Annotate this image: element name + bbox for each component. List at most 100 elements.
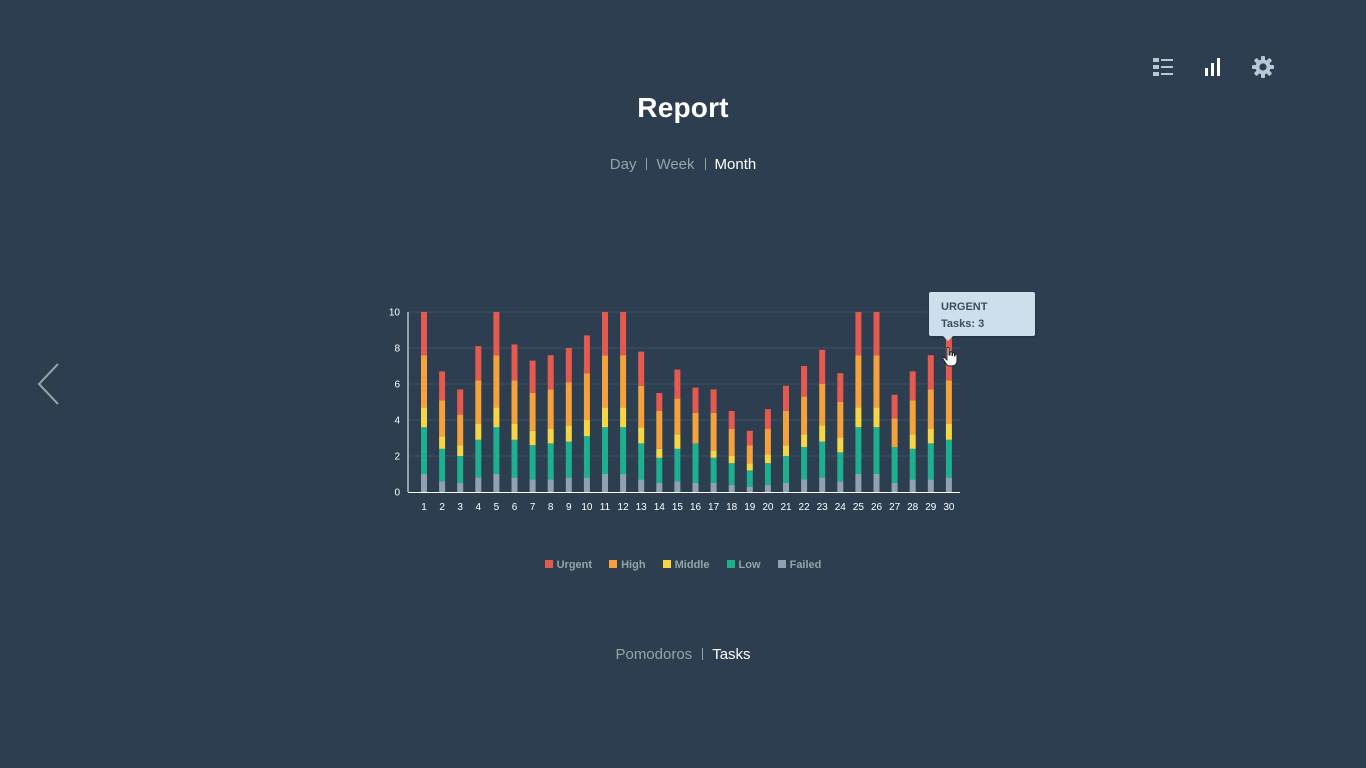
bar-segment-middle[interactable]	[909, 434, 916, 449]
bar-segment-failed[interactable]	[475, 477, 482, 492]
bar-segment-low[interactable]	[801, 447, 808, 480]
bar-segment-middle[interactable]	[439, 436, 446, 449]
bar-chart-icon[interactable]	[1200, 54, 1226, 80]
legend-item-high[interactable]: High	[609, 559, 646, 571]
bar-segment-middle[interactable]	[529, 430, 536, 446]
bar-segment-urgent[interactable]	[638, 351, 645, 386]
bar-segment-middle[interactable]	[493, 407, 500, 428]
bar-segment-urgent[interactable]	[873, 312, 880, 356]
bar-segment-low[interactable]	[439, 448, 446, 482]
bar-segment-high[interactable]	[728, 429, 735, 456]
bar-segment-high[interactable]	[819, 384, 826, 426]
bar-segment-low[interactable]	[728, 463, 735, 485]
bar-segment-high[interactable]	[927, 389, 934, 429]
bar-segment-high[interactable]	[457, 414, 464, 446]
bar-segment-low[interactable]	[692, 443, 699, 483]
bar-segment-urgent[interactable]	[746, 430, 753, 446]
bar-segment-failed[interactable]	[583, 477, 590, 492]
bar-segment-failed[interactable]	[746, 486, 753, 492]
bar-segment-low[interactable]	[547, 443, 554, 480]
bar-segment-middle[interactable]	[855, 407, 862, 428]
bar-segment-failed[interactable]	[783, 483, 789, 492]
bar-segment-failed[interactable]	[837, 481, 844, 492]
bar-segment-high[interactable]	[475, 380, 482, 424]
bar-segment-failed[interactable]	[945, 477, 952, 492]
bar-segment-low[interactable]	[457, 456, 464, 483]
bar-segment-middle[interactable]	[710, 450, 717, 458]
bar-segment-low[interactable]	[421, 427, 427, 474]
list-icon[interactable]	[1150, 54, 1176, 80]
bar-segment-failed[interactable]	[710, 483, 717, 492]
bar-segment-failed[interactable]	[855, 474, 862, 492]
bar-segment-middle[interactable]	[547, 429, 554, 444]
bar-segment-low[interactable]	[945, 439, 952, 478]
bar-segment-high[interactable]	[656, 411, 663, 449]
bar-segment-failed[interactable]	[656, 483, 663, 492]
bar-segment-middle[interactable]	[837, 438, 844, 453]
bar-segment-low[interactable]	[583, 436, 590, 478]
bar-segment-failed[interactable]	[529, 479, 536, 492]
bar-segment-high[interactable]	[565, 382, 572, 426]
bar-segment-low[interactable]	[475, 439, 482, 478]
bar-segment-high[interactable]	[909, 400, 916, 435]
bar-segment-failed[interactable]	[421, 474, 427, 492]
legend-item-middle[interactable]: Middle	[662, 559, 709, 571]
bar-segment-failed[interactable]	[801, 479, 808, 492]
bar-segment-low[interactable]	[620, 427, 627, 474]
tab-month[interactable]: Month	[715, 156, 757, 173]
bar-segment-high[interactable]	[439, 400, 446, 437]
previous-period-arrow-icon[interactable]	[36, 362, 62, 406]
bar-segment-high[interactable]	[620, 355, 627, 408]
bar-segment-urgent[interactable]	[547, 355, 554, 390]
bar-segment-middle[interactable]	[945, 423, 952, 440]
bar-segment-middle[interactable]	[801, 434, 808, 447]
bar-segment-urgent[interactable]	[728, 411, 735, 429]
bar-segment-high[interactable]	[764, 429, 771, 455]
bar-segment-failed[interactable]	[457, 483, 464, 492]
bar-segment-failed[interactable]	[873, 474, 880, 492]
bar-segment-low[interactable]	[927, 443, 934, 480]
bar-segment-high[interactable]	[529, 393, 536, 431]
bar-segment-middle[interactable]	[746, 463, 753, 471]
bar-segment-low[interactable]	[511, 439, 518, 478]
bar-segment-urgent[interactable]	[837, 373, 844, 402]
bar-segment-middle[interactable]	[602, 407, 608, 428]
bar-segment-urgent[interactable]	[475, 346, 482, 381]
bar-segment-high[interactable]	[692, 412, 699, 444]
bar-segment-urgent[interactable]	[710, 389, 717, 413]
bar-segment-low[interactable]	[855, 427, 862, 474]
bar-segment-low[interactable]	[764, 463, 771, 485]
bar-segment-urgent[interactable]	[819, 349, 826, 384]
bar-segment-urgent[interactable]	[674, 369, 681, 399]
bar-segment-low[interactable]	[529, 445, 536, 480]
bar-segment-middle[interactable]	[674, 434, 681, 449]
bar-segment-middle[interactable]	[565, 425, 572, 442]
bar-segment-middle[interactable]	[511, 423, 518, 440]
bar-segment-failed[interactable]	[692, 483, 699, 492]
bar-segment-failed[interactable]	[764, 484, 771, 492]
bar-segment-high[interactable]	[511, 380, 518, 424]
bar-segment-low[interactable]	[873, 427, 880, 474]
bar-segment-middle[interactable]	[583, 420, 590, 437]
bar-segment-failed[interactable]	[439, 481, 446, 492]
bar-segment-failed[interactable]	[620, 474, 627, 492]
bar-segment-high[interactable]	[421, 355, 427, 408]
bar-segment-low[interactable]	[602, 427, 608, 474]
bar-segment-middle[interactable]	[421, 407, 427, 428]
bar-segment-high[interactable]	[583, 373, 590, 420]
bar-segment-failed[interactable]	[565, 477, 572, 492]
bar-segment-high[interactable]	[855, 355, 862, 408]
bar-segment-urgent[interactable]	[421, 312, 427, 356]
bar-segment-failed[interactable]	[674, 481, 681, 492]
bar-segment-urgent[interactable]	[602, 312, 608, 356]
bar-segment-urgent[interactable]	[511, 344, 518, 381]
tab-pomodoros[interactable]: Pomodoros	[615, 646, 692, 663]
bar-segment-low[interactable]	[493, 427, 500, 474]
bar-segment-high[interactable]	[837, 402, 844, 438]
bar-segment-low[interactable]	[656, 457, 663, 483]
bar-segment-urgent[interactable]	[764, 409, 771, 429]
bar-segment-urgent[interactable]	[909, 371, 916, 401]
bar-segment-failed[interactable]	[819, 477, 826, 492]
bar-segment-low[interactable]	[819, 441, 826, 478]
bar-segment-high[interactable]	[783, 411, 789, 446]
